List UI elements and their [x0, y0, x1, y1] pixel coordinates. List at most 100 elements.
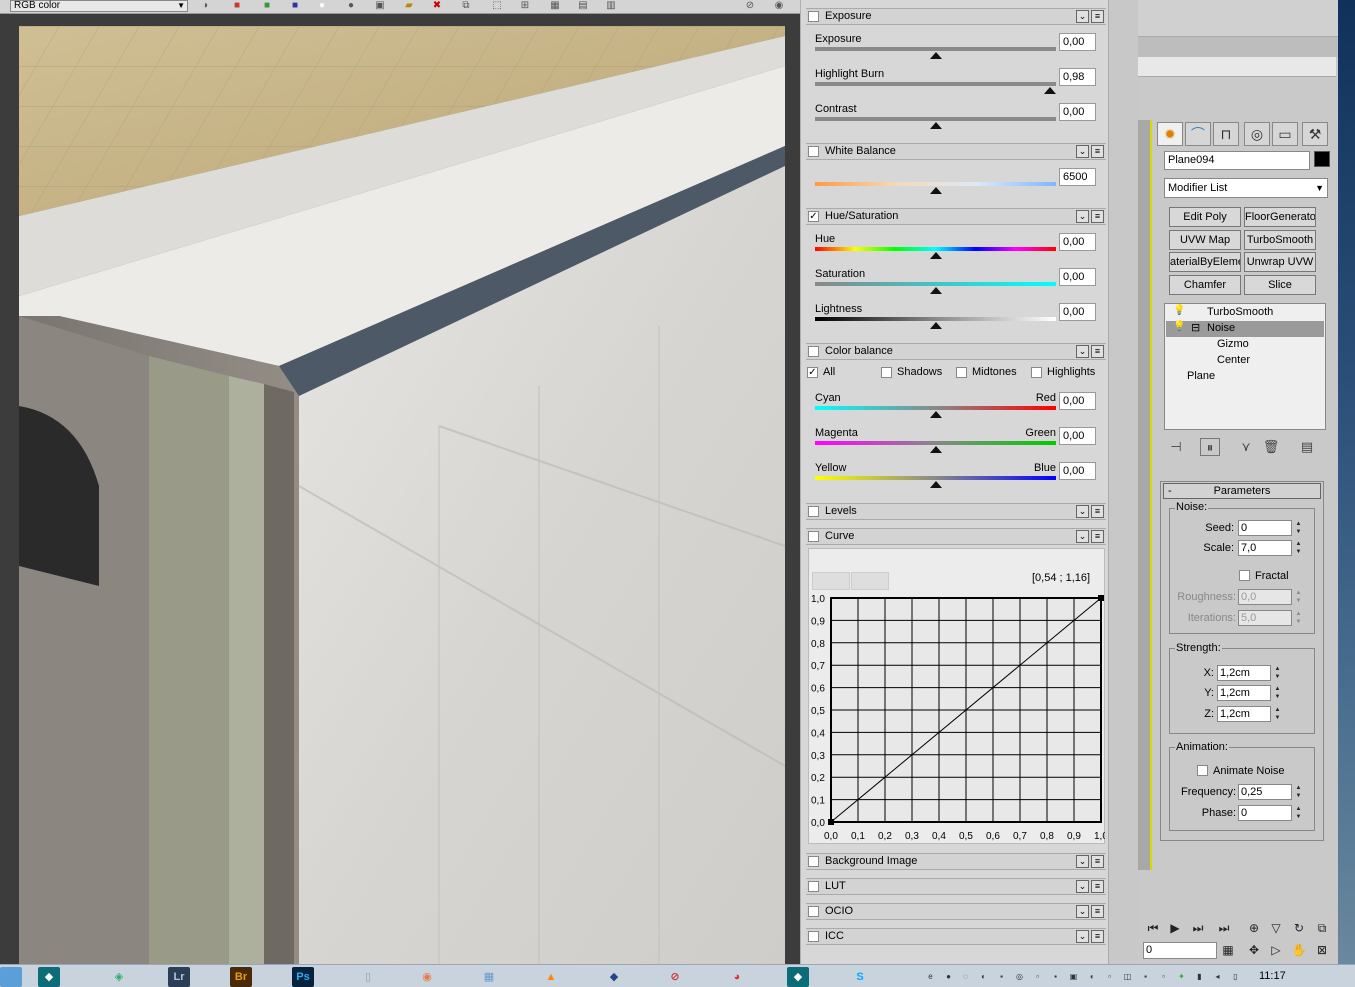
time-config-icon[interactable]: ▦	[1218, 942, 1238, 958]
menu-icon[interactable]: ≡	[1091, 930, 1104, 943]
collapse-icon[interactable]: ⌄	[1076, 530, 1089, 543]
hand-icon[interactable]: ✋	[1289, 942, 1309, 958]
lut-enable-checkbox[interactable]	[808, 881, 819, 892]
modify-tab-icon[interactable]: ⌒	[1185, 122, 1211, 146]
parameters-rollout-header[interactable]: - Parameters	[1163, 483, 1321, 499]
hue-slider[interactable]	[815, 247, 1056, 251]
icc-section-header[interactable]: ICC ⌄ ≡	[806, 928, 1106, 945]
levels-enable-checkbox[interactable]	[808, 506, 819, 517]
motion-tab-icon[interactable]: ◎	[1244, 122, 1270, 146]
show-end-result-icon[interactable]: ⏸	[1200, 438, 1220, 456]
maximize-viewport-icon[interactable]: ⧉	[1312, 920, 1332, 936]
hue-saturation-enable-checkbox[interactable]: ✓	[808, 211, 819, 222]
lightness-slider-thumb[interactable]	[930, 322, 942, 329]
turbosmooth-button[interactable]: TurboSmooth	[1244, 230, 1316, 250]
menu-icon[interactable]: ≡	[1091, 855, 1104, 868]
menu-icon[interactable]: ≡	[1091, 880, 1104, 893]
app-taskbar-icon[interactable]: ◆	[603, 967, 625, 987]
volume-icon[interactable]: ◂	[1212, 971, 1223, 982]
highlight-burn-value[interactable]: 0,98	[1059, 68, 1096, 86]
cyan-red-slider-thumb[interactable]	[930, 411, 942, 418]
curve-enable-checkbox[interactable]	[808, 531, 819, 542]
curve-preset-button-1[interactable]	[812, 572, 850, 590]
menu-icon[interactable]: ≡	[1091, 210, 1104, 223]
calculator-taskbar-icon[interactable]: ▦	[478, 967, 500, 987]
3dsmax-taskbar-icon[interactable]: ◆	[787, 967, 809, 987]
tray-icon[interactable]: ✦	[1176, 971, 1187, 982]
make-unique-icon[interactable]: ⋎	[1236, 438, 1256, 456]
current-frame-field[interactable]: 0	[1143, 942, 1217, 959]
strength-x-field[interactable]: 1,2cm	[1217, 665, 1271, 681]
range-all-checkbox[interactable]: ✓	[807, 367, 818, 378]
network-icon[interactable]: ▮	[1194, 971, 1205, 982]
bridge-taskbar-icon[interactable]: Br	[230, 967, 252, 987]
yellow-blue-slider[interactable]	[815, 476, 1056, 480]
curve-preset-button-2[interactable]	[851, 572, 889, 590]
phase-spinner[interactable]: ▲ ▼	[1294, 805, 1303, 821]
strength-x-spinner[interactable]: ▲ ▼	[1273, 665, 1282, 681]
background-image-section-header[interactable]: Background Image ⌄ ≡	[806, 853, 1106, 870]
3dsmax-taskbar-icon[interactable]: ◆	[38, 967, 60, 987]
app-taskbar-icon[interactable]: ◉	[416, 967, 438, 987]
tray-icon[interactable]: ◎	[1014, 971, 1025, 982]
stack-item-noise[interactable]: Noise	[1207, 322, 1235, 334]
icc-enable-checkbox[interactable]	[808, 931, 819, 942]
chamfer-button[interactable]: Chamfer	[1169, 275, 1241, 295]
walkthrough-icon[interactable]: ▷	[1266, 942, 1286, 958]
color-balance-enable-checkbox[interactable]	[808, 346, 819, 357]
contrast-value[interactable]: 0,00	[1059, 103, 1096, 121]
strength-y-field[interactable]: 1,2cm	[1217, 685, 1271, 701]
remove-modifier-icon[interactable]: 🗑	[1261, 438, 1281, 456]
track-mouse-icon[interactable]: ⊞	[518, 0, 532, 12]
frequency-field[interactable]: 0,25	[1238, 784, 1292, 800]
fractal-checkbox[interactable]	[1239, 570, 1250, 581]
lut-section-header[interactable]: LUT ⌄ ≡	[806, 878, 1106, 895]
strength-z-spinner[interactable]: ▲ ▼	[1273, 706, 1282, 722]
exposure-value[interactable]: 0,00	[1059, 33, 1096, 51]
collapse-icon[interactable]: ⌄	[1076, 880, 1089, 893]
green-channel-icon[interactable]: ■	[260, 0, 274, 12]
hue-value[interactable]: 0,00	[1059, 233, 1096, 251]
chrome-taskbar-icon[interactable]: ◕	[726, 967, 748, 987]
stack-item-turbosmooth[interactable]: TurboSmooth	[1207, 306, 1273, 318]
stop-render-icon[interactable]: ⊘	[743, 0, 757, 12]
modifier-list-dropdown[interactable]: Modifier List ▼	[1164, 178, 1328, 198]
app-taskbar-icon[interactable]: ⊘	[664, 967, 686, 987]
open-folder-icon[interactable]: ▰	[402, 0, 416, 12]
pan-icon[interactable]: ✥	[1244, 942, 1264, 958]
clear-icon[interactable]: ✖	[430, 0, 444, 12]
floor-generator-button[interactable]: FloorGenerator	[1244, 207, 1316, 227]
orbit-icon[interactable]: ↻	[1289, 920, 1309, 936]
strength-z-field[interactable]: 1,2cm	[1217, 706, 1271, 722]
magenta-green-slider[interactable]	[815, 441, 1056, 445]
saturation-value[interactable]: 0,00	[1059, 268, 1096, 286]
contrast-slider-thumb[interactable]	[930, 122, 942, 129]
collapse-icon[interactable]: ⌄	[1076, 10, 1089, 23]
menu-icon[interactable]: ≡	[1091, 905, 1104, 918]
seed-field[interactable]: 0	[1238, 520, 1292, 536]
white-balance-slider[interactable]	[815, 182, 1056, 186]
tray-icon[interactable]: ▪	[996, 971, 1007, 982]
white-balance-slider-thumb[interactable]	[930, 187, 942, 194]
lightroom-taskbar-icon[interactable]: Lr	[168, 967, 190, 987]
saturation-slider[interactable]	[815, 282, 1056, 286]
region-render-icon[interactable]: ⬚	[490, 0, 504, 12]
color-picker-icon[interactable]: ◑	[198, 0, 212, 12]
saturation-slider-thumb[interactable]	[930, 287, 942, 294]
lens-effects-icon[interactable]: ▤	[576, 0, 590, 12]
range-midtones-checkbox[interactable]	[956, 367, 967, 378]
cyan-red-value[interactable]: 0,00	[1059, 392, 1096, 410]
scale-field[interactable]: 7,0	[1238, 540, 1292, 556]
blue-channel-icon[interactable]: ■	[288, 0, 302, 12]
color-balance-section-header[interactable]: Color balance ⌄ ≡	[806, 343, 1106, 360]
minus-box-icon[interactable]: ⊟	[1191, 321, 1200, 334]
tray-icon[interactable]: ▪	[1050, 971, 1061, 982]
save-icon[interactable]: ▣	[373, 0, 387, 12]
hierarchy-tab-icon[interactable]: ⊓	[1213, 122, 1239, 146]
app-taskbar-icon[interactable]: ◈	[108, 967, 130, 987]
collapse-icon[interactable]: ⌄	[1076, 210, 1089, 223]
lightbulb-icon[interactable]: 💡	[1173, 321, 1185, 332]
zoom-extents-icon[interactable]: ⊕	[1244, 920, 1264, 936]
material-by-element-button[interactable]: aterialByElemer	[1169, 252, 1241, 272]
tray-icon[interactable]: ●	[943, 971, 954, 982]
